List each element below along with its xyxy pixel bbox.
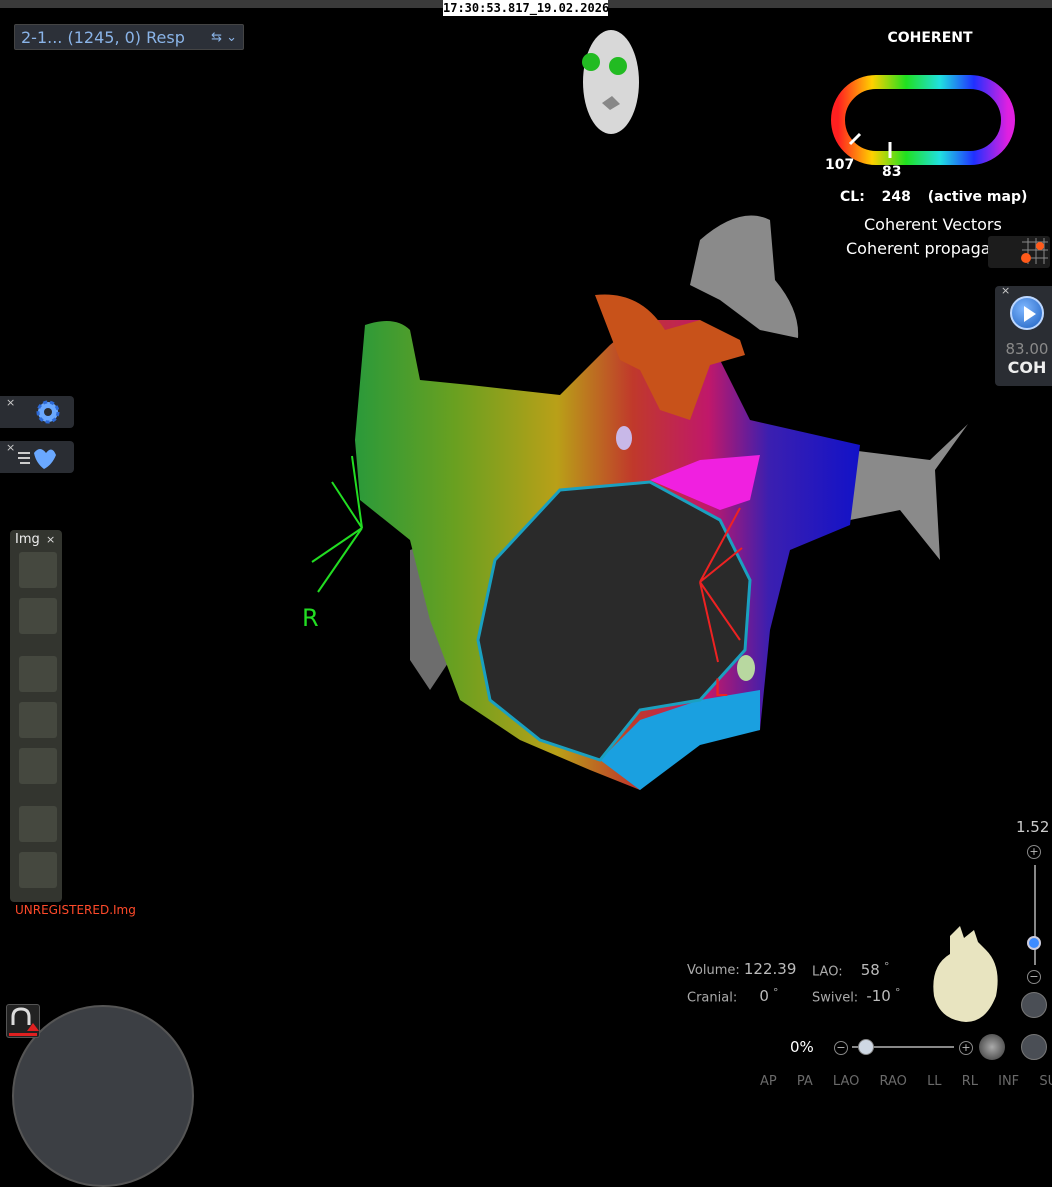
magnet-icon [9,1007,39,1036]
view-rl-button[interactable]: RL [962,1074,978,1089]
orientation-mannequin [582,30,639,134]
heart-filter-icon [18,449,56,469]
view-rao-button[interactable]: RAO [880,1074,907,1089]
play-icon[interactable] [1010,296,1044,330]
opacity-slider-handle[interactable] [858,1039,874,1055]
magnet-button[interactable] [6,1004,40,1038]
image-toolbar [10,530,62,902]
orientation-left-label: L [714,674,728,702]
ring-low-label: 107 [825,157,855,173]
cranial-value: 0 [759,987,769,1006]
zoom-plus-icon[interactable]: + [1027,845,1041,859]
reset-view-button[interactable] [1021,1034,1047,1060]
swivel-value: -10 [866,987,891,1006]
ring-high-label: 83 [882,164,902,180]
zoom-minus-icon[interactable]: − [1027,970,1041,984]
unregistered-image-label: UNREGISTERED.Img [15,903,136,917]
opacity-minus-icon[interactable]: − [834,1041,848,1055]
view-inf-button[interactable]: INF [998,1074,1019,1089]
lao-degree: ° [883,960,890,973]
cl-value: 248 [881,189,911,205]
cranial-degree: ° [773,986,779,999]
flag-tool-button[interactable] [19,656,57,692]
sphere-view-button[interactable] [979,1034,1005,1060]
settings-gear-icon [36,400,60,424]
zoom-slider-handle[interactable] [1027,936,1041,950]
lao-value: 58 [860,961,880,980]
coherent-title: COHERENT [887,30,973,46]
undo-tool-button[interactable] [19,806,57,842]
view-pa-button[interactable]: PA [797,1074,813,1089]
opacity-plus-icon[interactable]: + [959,1041,973,1055]
orientation-right-label: R [302,604,319,632]
lao-label: LAO: [812,964,843,980]
zoom-slider-track[interactable] [1034,865,1036,965]
view-presets: AP PA LAO RAO LL RL INF SUP [760,1074,1052,1089]
playback-close-button[interactable]: × [1001,284,1010,297]
align-tool-button[interactable] [19,748,57,784]
swivel-degree: ° [894,986,901,999]
settings-button[interactable]: × [0,396,74,428]
heart-filter-button[interactable]: × [0,441,74,473]
cranial-label: Cranial: [687,990,738,1006]
swivel-label: Swivel: [812,990,859,1006]
catheter-marker [737,655,755,681]
view-lao-button[interactable]: LAO [833,1074,859,1089]
color-ring-legend [831,75,1015,165]
cl-label: CL: [840,189,865,205]
cl-note: (active map) [927,189,1028,205]
vein-gray-right [850,424,968,560]
redo-tool-button[interactable] [19,852,57,888]
view-ap-button[interactable]: AP [760,1074,777,1089]
move-tool-button[interactable] [19,598,57,634]
view-sup-button[interactable]: SUP [1039,1074,1052,1089]
right-orientation-axis [311,455,363,593]
heart-icon[interactable] [1021,992,1047,1018]
cycle-length-row: CL: 248 (active map) [840,189,1039,205]
playback-value: 83.00 [1005,340,1049,358]
zoom-value: 1.52 [1016,818,1050,836]
ostium-marker [616,426,632,450]
volume-value: 122.39 [743,960,797,978]
view-ll-button[interactable]: LL [927,1074,942,1089]
volume-label: Volume: [687,963,740,978]
crosshair-tool-button[interactable] [19,552,57,588]
coherent-vectors-toggle[interactable]: Coherent Vectors [864,215,1002,234]
playback-mode: COH [1007,358,1047,377]
opacity-percent: 0% [790,1038,814,1056]
image-toolbar-title: Img [15,532,40,547]
draw-tool-button[interactable] [19,702,57,738]
heart-orientation-thumbnail[interactable] [930,926,1004,1026]
grid-icon [1021,238,1048,264]
grid-button[interactable] [988,236,1050,268]
image-toolbar-close-button[interactable]: × [46,533,55,546]
vein-gray-top [690,215,799,338]
